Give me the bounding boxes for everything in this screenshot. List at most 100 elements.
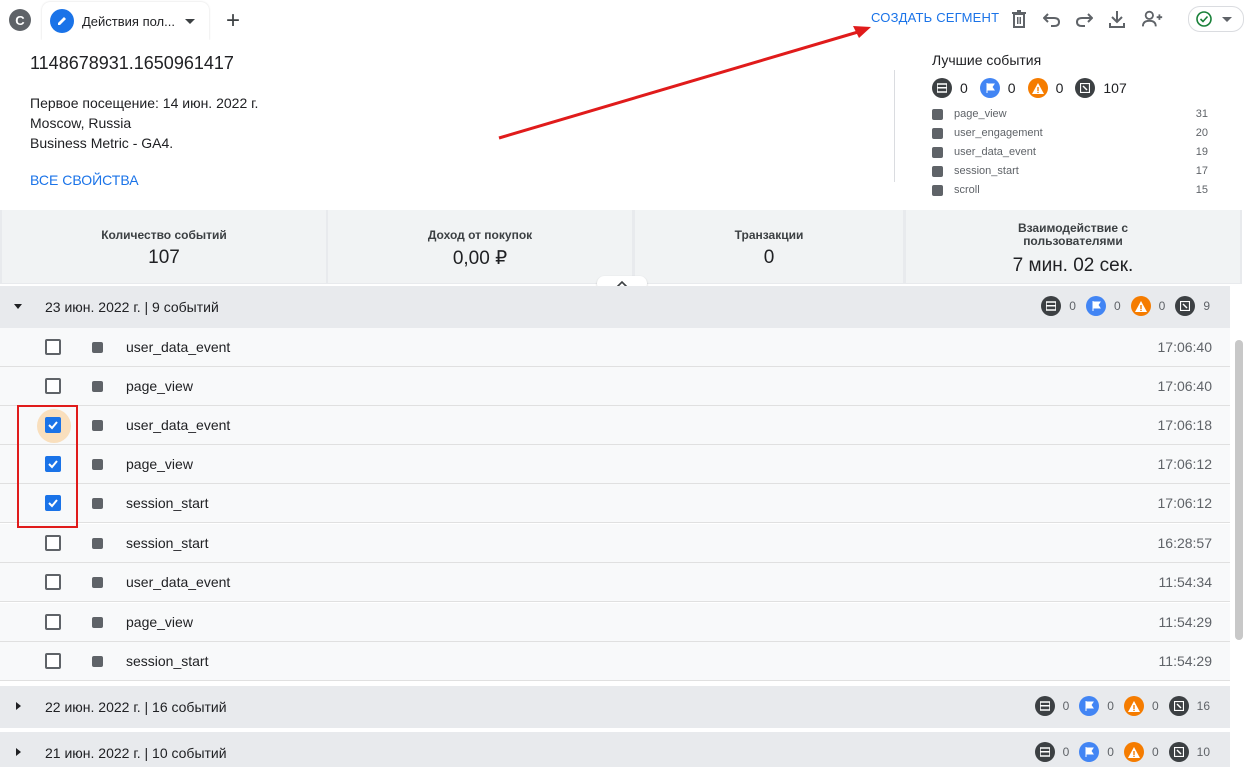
day-header[interactable]: 23 июн. 2022 г. | 9 событий 0 0 0 9 xyxy=(0,286,1230,328)
event-time: 17:06:40 xyxy=(1157,378,1213,394)
event-row[interactable]: page_view 17:06:12 xyxy=(0,445,1230,484)
stat-transactions: Транзакции 0 xyxy=(635,210,903,283)
stat-event-count: Количество событий 107 xyxy=(2,210,326,283)
row-checkbox[interactable] xyxy=(45,614,61,630)
pencil-icon xyxy=(50,9,74,33)
flag-count: 0 xyxy=(1007,80,1016,96)
download-icon[interactable] xyxy=(1106,8,1128,30)
event-icon xyxy=(92,498,103,509)
warning-icon xyxy=(1123,696,1144,716)
event-icon xyxy=(92,342,103,353)
event-name: user_data_event xyxy=(126,417,231,433)
event-row[interactable]: user_data_event 11:54:34 xyxy=(0,563,1230,602)
conversion-icon xyxy=(1041,296,1062,316)
day-counts: 0 0 0 9 xyxy=(1041,296,1210,316)
stat-label: Взаимодействие с пользователями xyxy=(1017,221,1129,248)
stat-value: 0,00 ₽ xyxy=(452,248,508,269)
conversion-count: 0 xyxy=(1069,299,1076,313)
event-time: 11:54:29 xyxy=(1158,653,1212,669)
event-count: 107 xyxy=(1103,80,1127,96)
event-name: session_start xyxy=(126,495,209,511)
annotation-box xyxy=(17,405,78,528)
event-icon xyxy=(92,538,103,549)
row-checkbox[interactable] xyxy=(45,653,61,669)
share-icon[interactable] xyxy=(1142,8,1164,30)
event-icon xyxy=(92,617,103,628)
event-count: 9 xyxy=(1203,299,1210,313)
best-event-count: 20 xyxy=(1195,127,1208,139)
conversion-icon xyxy=(1034,696,1055,716)
profile-button[interactable]: C xyxy=(9,9,31,31)
event-icon xyxy=(932,147,943,158)
event-name: page_view xyxy=(126,456,193,472)
event-row[interactable]: session_start 17:06:12 xyxy=(0,484,1230,523)
warning-icon xyxy=(1130,296,1151,316)
delete-icon[interactable] xyxy=(1008,8,1030,30)
stat-label: Транзакции xyxy=(734,228,804,242)
best-event-row[interactable]: page_view 31 xyxy=(932,106,1208,125)
event-time: 17:06:12 xyxy=(1157,495,1213,511)
flag-icon xyxy=(1085,296,1106,316)
event-icon xyxy=(92,420,103,431)
user-property: Business Metric - GA4. xyxy=(30,135,174,151)
best-event-row[interactable]: user_data_event 19 xyxy=(932,144,1208,163)
event-row[interactable]: page_view 17:06:40 xyxy=(0,367,1230,406)
best-event-count: 31 xyxy=(1195,108,1208,120)
event-time: 17:06:40 xyxy=(1157,339,1213,355)
status-dropdown[interactable] xyxy=(1188,6,1244,32)
row-checkbox[interactable] xyxy=(45,378,61,394)
event-icon xyxy=(92,577,103,588)
conversion-count: 0 xyxy=(1062,745,1070,759)
event-count: 10 xyxy=(1196,745,1210,759)
error-count: 0 xyxy=(1151,745,1159,759)
stat-value: 107 xyxy=(148,247,180,268)
tab-label: Действия пол... xyxy=(82,13,175,29)
event-row[interactable]: session_start 16:28:57 xyxy=(0,524,1230,563)
stat-value: 0 xyxy=(763,247,775,268)
undo-icon[interactable] xyxy=(1041,8,1063,30)
event-row[interactable]: user_data_event 17:06:18 xyxy=(0,406,1230,445)
row-checkbox[interactable] xyxy=(45,339,61,355)
top-bar: C Действия пол... + СОЗДАТЬ СЕГМЕНТ xyxy=(0,0,1252,40)
flag-icon xyxy=(979,78,1000,98)
conversion-icon xyxy=(1034,742,1055,762)
best-event-count: 19 xyxy=(1195,146,1208,158)
best-event-name: scroll xyxy=(954,184,980,196)
create-segment-button[interactable]: СОЗДАТЬ СЕГМЕНТ xyxy=(871,10,999,25)
day-header[interactable]: 21 июн. 2022 г. | 10 событий 0 0 0 10 xyxy=(0,732,1230,767)
expand-arrow-icon[interactable] xyxy=(16,702,21,710)
event-count: 16 xyxy=(1196,699,1210,713)
event-name: session_start xyxy=(126,535,209,551)
redo-icon[interactable] xyxy=(1073,8,1095,30)
chevron-down-icon xyxy=(1222,16,1232,22)
add-tab-button[interactable]: + xyxy=(218,6,248,36)
best-event-row[interactable]: user_engagement 20 xyxy=(932,125,1208,144)
event-icon xyxy=(92,459,103,470)
conversion-icon xyxy=(932,78,952,98)
best-event-name: session_start xyxy=(954,165,1019,177)
row-checkbox[interactable] xyxy=(45,574,61,590)
event-row[interactable]: user_data_event 17:06:40 xyxy=(0,328,1230,367)
day-counts: 0 0 0 16 xyxy=(1034,696,1210,716)
all-properties-link[interactable]: ВСЕ СВОЙСТВА xyxy=(30,172,139,188)
day-counts: 0 0 0 10 xyxy=(1034,742,1210,762)
expand-arrow-icon[interactable] xyxy=(16,748,21,756)
day-header[interactable]: 22 июн. 2022 г. | 16 событий 0 0 0 16 xyxy=(0,686,1230,728)
stat-user-engagement: Взаимодействие с пользователями 7 мин. 0… xyxy=(906,210,1240,283)
row-checkbox[interactable] xyxy=(45,535,61,551)
flag-count: 0 xyxy=(1107,745,1114,759)
error-count: 0 xyxy=(1158,299,1166,313)
event-icon xyxy=(1168,696,1189,716)
check-circle-icon xyxy=(1196,11,1212,27)
event-row[interactable]: session_start 11:54:29 xyxy=(0,642,1230,681)
scrollbar[interactable] xyxy=(1235,340,1243,640)
tab-user-activity[interactable]: Действия пол... xyxy=(42,2,209,40)
chevron-down-icon[interactable] xyxy=(184,18,195,24)
event-name: user_data_event xyxy=(126,574,231,590)
best-event-count: 17 xyxy=(1195,165,1208,177)
best-event-row[interactable]: scroll 15 xyxy=(932,182,1208,201)
best-event-row[interactable]: session_start 17 xyxy=(932,163,1208,182)
collapse-arrow-icon[interactable] xyxy=(14,304,22,309)
event-name: user_data_event xyxy=(126,339,231,355)
event-row[interactable]: page_view 11:54:29 xyxy=(0,603,1230,642)
